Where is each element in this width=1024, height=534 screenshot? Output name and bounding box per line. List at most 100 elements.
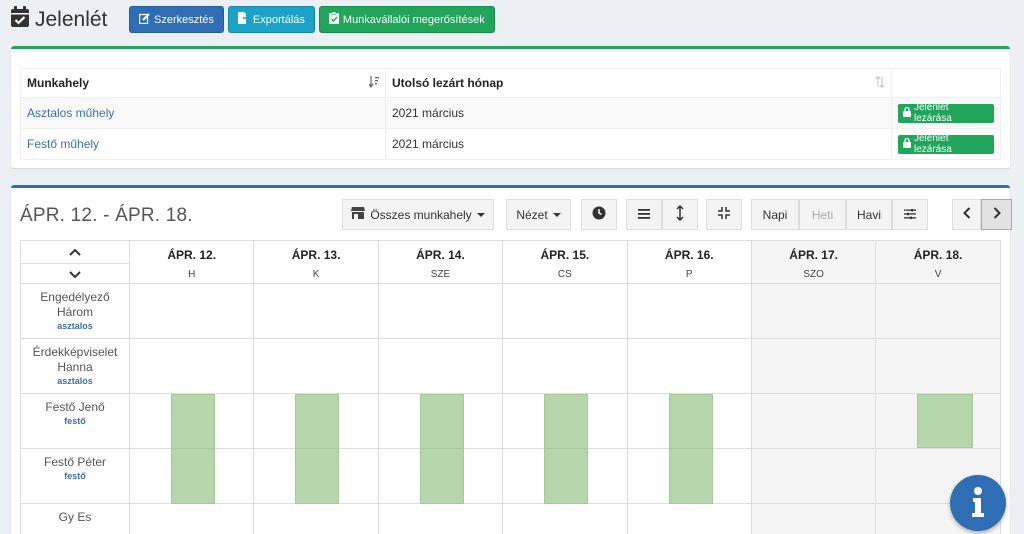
shift-block[interactable] (419, 394, 464, 449)
edit-button[interactable]: Szerkesztés (129, 6, 224, 33)
list-view-button[interactable] (626, 199, 662, 230)
header-actions: Szerkesztés Exportálás Munkavállalói meg… (129, 6, 495, 33)
column-header-last-closed-month[interactable]: Utolsó lezárt hónap (385, 68, 892, 98)
view-dropdown[interactable]: Nézet (506, 199, 571, 230)
day-cell[interactable] (130, 394, 255, 449)
day-abbr: V (934, 269, 942, 280)
next-week-button[interactable] (981, 199, 1012, 230)
day-date: ÁPR. 13. (291, 248, 341, 262)
day-cell[interactable] (876, 394, 1001, 449)
scroll-down-button[interactable] (21, 263, 129, 285)
sort-arrows-cell (20, 240, 130, 284)
day-cell[interactable] (378, 284, 504, 339)
close-attendance-button[interactable]: Jelenlét lezárása (898, 102, 994, 124)
attendance-calendar-box: ÁPR. 12. - ÁPR. 18. Összes munkahely Néz… (11, 185, 1012, 534)
day-header: ÁPR. 18. V (876, 240, 1001, 284)
last-closed-month: 2021 március (385, 97, 892, 129)
day-cell[interactable] (379, 504, 504, 534)
employee-name: Érdekképviselet Hanna (32, 345, 118, 374)
shift-block[interactable] (171, 448, 215, 504)
workplace-link[interactable]: Festő műhely (27, 137, 99, 151)
day-cell[interactable] (627, 394, 752, 449)
info-button[interactable] (950, 475, 1006, 531)
daily-view-button[interactable]: Napi (751, 199, 799, 230)
monthly-view-button[interactable]: Havi (846, 199, 892, 230)
day-date: ÁPR. 14. (416, 248, 465, 262)
column-header-label: Utolsó lezárt hónap (392, 75, 504, 90)
shift-block[interactable] (544, 394, 589, 449)
shift-block[interactable] (171, 394, 215, 449)
workplaces-table: Munkahely Utolsó lezárt hónap Asztalos m… (20, 68, 1001, 160)
day-cell[interactable] (130, 339, 255, 394)
day-cell[interactable] (751, 284, 877, 339)
info-icon (971, 486, 985, 520)
day-cell[interactable] (378, 339, 504, 394)
shift-block[interactable] (668, 394, 713, 449)
day-cell[interactable] (254, 504, 379, 534)
previous-week-button[interactable] (952, 199, 981, 230)
day-cell[interactable] (378, 448, 504, 504)
shift-block[interactable] (419, 448, 464, 504)
day-cell[interactable] (627, 284, 752, 339)
day-cell[interactable] (503, 339, 628, 394)
employee-cell[interactable]: Gy Es (20, 504, 130, 534)
close-attendance-button[interactable]: Jelenlét lezárása (898, 133, 994, 155)
day-cell[interactable] (876, 339, 1001, 394)
employee-cell[interactable]: Festő Péter festő (20, 449, 130, 504)
day-cell[interactable] (876, 284, 1001, 339)
employee-cell[interactable]: Engedélyező Három asztalos (20, 284, 130, 339)
day-cell[interactable] (254, 339, 379, 394)
day-header: ÁPR. 15. CS (503, 240, 628, 284)
day-cell[interactable] (628, 504, 752, 534)
expand-rows-button[interactable] (662, 199, 698, 230)
day-date: ÁPR. 17. (789, 248, 838, 262)
column-header-workplace[interactable]: Munkahely (20, 68, 386, 98)
scroll-up-button[interactable] (21, 241, 129, 263)
day-date: ÁPR. 16. (664, 248, 714, 262)
day-cell[interactable] (627, 339, 752, 394)
sort-icon (875, 75, 885, 91)
calendar-check-icon (10, 6, 35, 34)
day-cell[interactable] (503, 394, 628, 449)
workplace-link[interactable]: Asztalos műhely (27, 106, 114, 120)
export-button[interactable]: Exportálás (227, 6, 315, 33)
day-cell[interactable] (503, 284, 628, 339)
clock-button[interactable] (581, 199, 617, 230)
employee-cell[interactable]: Érdekképviselet Hanna asztalos (20, 339, 130, 394)
day-cell[interactable] (378, 394, 504, 449)
shift-block[interactable] (295, 448, 340, 504)
day-cell[interactable] (254, 284, 379, 339)
day-cell[interactable] (627, 448, 752, 504)
day-cell[interactable] (254, 394, 379, 449)
arrows-vertical-icon (676, 204, 684, 224)
clock-group (581, 199, 617, 230)
shift-block[interactable] (295, 394, 340, 449)
day-cell[interactable] (254, 448, 379, 504)
clock-icon (592, 206, 606, 223)
weekly-view-button[interactable]: Heti (799, 199, 846, 230)
day-date: ÁPR. 18. (913, 248, 963, 262)
page-header: Jelenlét (10, 5, 107, 35)
day-cell[interactable] (503, 448, 628, 504)
day-cell[interactable] (751, 449, 877, 504)
employee-row: Engedélyező Három asztalos (20, 284, 1001, 339)
day-cell[interactable] (751, 394, 877, 449)
day-cell[interactable] (751, 504, 877, 534)
day-cell[interactable] (130, 448, 255, 504)
workplace-filter-group: Összes munkahely (342, 199, 494, 230)
shift-block[interactable] (544, 448, 589, 504)
day-cell[interactable] (130, 284, 255, 339)
day-cell[interactable] (130, 504, 255, 534)
bars-icon (638, 208, 650, 222)
employee-cell[interactable]: Festő Jenő festő (20, 394, 130, 449)
day-abbr: K (312, 269, 320, 280)
shift-block[interactable] (917, 394, 974, 448)
employee-confirmations-button[interactable]: Munkavállalói megerősítések (318, 6, 495, 33)
workplace-filter-dropdown[interactable]: Összes munkahely (342, 199, 494, 230)
day-cell[interactable] (751, 339, 877, 394)
chevron-right-icon (993, 207, 1001, 222)
day-cell[interactable] (503, 504, 628, 534)
shift-block[interactable] (668, 448, 713, 504)
settings-sliders-button[interactable] (892, 199, 928, 230)
compress-button[interactable] (706, 199, 742, 230)
